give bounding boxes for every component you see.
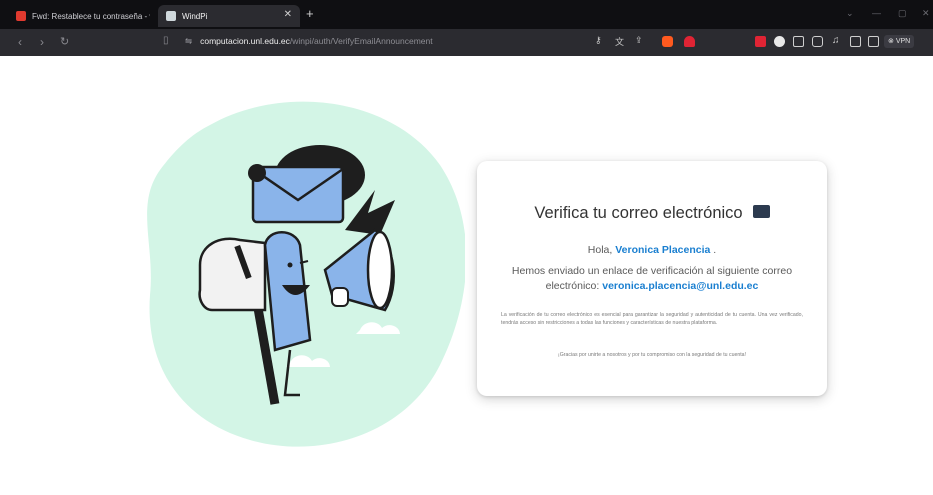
bookmark-icon[interactable]: ▯ xyxy=(163,35,169,46)
verification-card: Verifica tu correo electrónico Hola, Ver… xyxy=(477,161,827,396)
url-field[interactable]: ⇋ computacion.unl.edu.ec/winpi/auth/Verif… xyxy=(185,36,580,47)
extensions-puzzle-icon[interactable] xyxy=(812,36,823,47)
close-tab-icon[interactable]: ✕ xyxy=(284,9,292,20)
brave-rewards-icon[interactable] xyxy=(684,36,695,47)
tab-bar: Fwd: Restablece tu contraseña - vero Win… xyxy=(0,0,933,29)
verification-message: Hemos enviado un enlace de verificación … xyxy=(497,264,807,294)
envelope-icon xyxy=(752,205,770,219)
card-title-text: Verifica tu correo electrónico xyxy=(534,204,743,222)
address-bar-row: ‹ › ↻ ▯ ⇋ computacion.unl.edu.ec/winpi/au… xyxy=(0,29,933,56)
maximize-icon[interactable]: ▢ xyxy=(898,8,907,19)
windpi-icon xyxy=(166,11,176,21)
user-name: Veronica Placencia xyxy=(615,244,711,256)
brave-shields-icon[interactable] xyxy=(662,36,673,47)
greeting-suffix: . xyxy=(713,244,717,256)
tab-search-icon[interactable]: ⌄ xyxy=(846,8,854,19)
gmail-icon xyxy=(16,11,26,21)
card-title: Verifica tu correo electrónico xyxy=(477,204,827,223)
new-tab-button[interactable]: + xyxy=(306,6,314,21)
music-icon[interactable]: ♫ xyxy=(832,35,840,46)
reload-icon[interactable]: ↻ xyxy=(60,35,69,48)
extension-box-icon[interactable] xyxy=(793,36,804,47)
info-text: La verificación de tu correo electrónico… xyxy=(501,312,803,326)
greeting-prefix: Hola, xyxy=(587,244,613,256)
tab-windpi[interactable]: WindPi ✕ xyxy=(158,5,300,27)
email-address: veronica.placencia@unl.edu.ec xyxy=(602,280,759,292)
back-icon[interactable]: ‹ xyxy=(18,35,22,49)
browser-chrome: Fwd: Restablece tu contraseña - vero Win… xyxy=(0,0,933,56)
envelope-shape xyxy=(251,165,345,224)
minimize-icon[interactable]: — xyxy=(872,8,881,18)
site-info-icon[interactable]: ⇋ xyxy=(185,36,192,46)
character-eye xyxy=(287,262,293,268)
megaphone-mouth xyxy=(366,230,394,310)
share-icon[interactable]: ⇪ xyxy=(635,35,643,46)
mailbox-megaphone-illustration xyxy=(147,101,465,447)
translate-icon[interactable]: 文 xyxy=(615,35,624,48)
mailbox-body xyxy=(198,237,267,312)
forward-icon[interactable]: › xyxy=(40,35,44,49)
tab-gmail[interactable]: Fwd: Restablece tu contraseña - vero xyxy=(8,5,150,27)
wallet-icon[interactable] xyxy=(868,36,879,47)
greeting: Hola, Veronica Placencia . xyxy=(477,244,827,256)
extension-red-icon[interactable] xyxy=(755,36,766,47)
extension-circle-icon[interactable] xyxy=(774,36,785,47)
url-host: computacion.unl.edu.ec xyxy=(200,36,290,46)
vpn-label: VPN xyxy=(895,38,911,45)
character-hand xyxy=(331,287,349,307)
window-close-icon[interactable]: ✕ xyxy=(922,8,930,19)
url-path: /winpi/auth/VerifyEmailAnnouncement xyxy=(289,36,433,46)
sidebar-icon[interactable] xyxy=(850,36,861,47)
thanks-text: ¡Gracias por unirte a nosotros y por tu … xyxy=(558,352,746,358)
key-icon[interactable]: ⚷ xyxy=(595,35,602,46)
tab-label: WindPi xyxy=(182,11,208,21)
tab-label: Fwd: Restablece tu contraseña - vero xyxy=(32,11,150,21)
vpn-button[interactable]: ⊗ VPN xyxy=(884,35,915,48)
bell-icon xyxy=(248,164,266,182)
